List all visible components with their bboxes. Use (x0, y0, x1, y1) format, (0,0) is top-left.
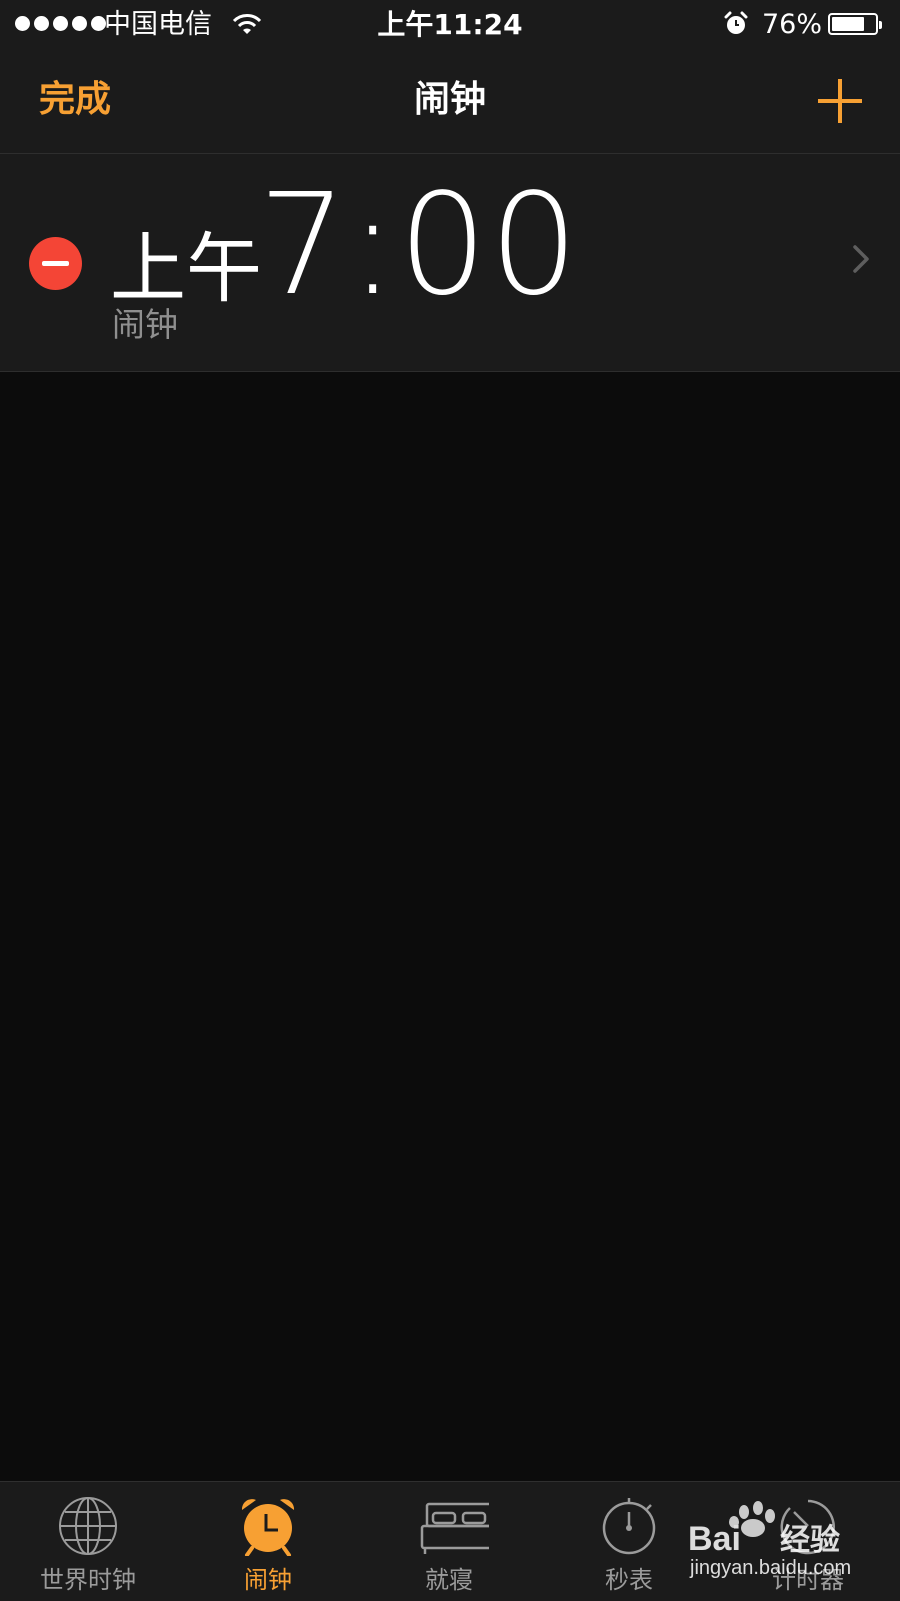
alarm-clock-icon (241, 1499, 295, 1556)
tab-bedtime[interactable]: 就寝 (389, 1482, 509, 1601)
alarm-row[interactable]: 上午 7:00 闹钟 (0, 154, 900, 372)
tab-label: 闹钟 (244, 1566, 292, 1594)
minus-icon (42, 261, 69, 266)
svg-text:Bai: Bai (688, 1520, 741, 1558)
tab-stopwatch[interactable]: 秒表 (569, 1482, 689, 1601)
battery-fill (832, 17, 864, 31)
alarm-time: 7:00 (258, 164, 581, 327)
alarm-ampm: 上午 (110, 224, 262, 313)
alarm-status-icon (724, 11, 748, 34)
tab-label: 就寝 (425, 1566, 473, 1594)
baidu-jingyan-watermark: Bai 经验 jingyan.baidu.com (688, 1501, 851, 1579)
battery-icon (828, 13, 882, 35)
stopwatch-icon (602, 1498, 656, 1555)
tab-alarm[interactable]: 闹钟 (208, 1482, 328, 1601)
alarm-label: 闹钟 (112, 305, 178, 344)
chevron-right-icon[interactable] (852, 244, 870, 274)
globe-icon (59, 1497, 117, 1555)
tab-world-clock[interactable]: 世界时钟 (28, 1482, 148, 1601)
svg-text:经验: 经验 (780, 1523, 840, 1557)
tab-label: 世界时钟 (40, 1566, 136, 1594)
page-title: 闹钟 (413, 79, 486, 120)
battery-percent: 76% (762, 9, 823, 40)
status-bar: 中国电信 上午11:24 76% (0, 0, 900, 50)
tab-label: 秒表 (605, 1566, 653, 1594)
add-alarm-button[interactable] (818, 79, 862, 123)
delete-alarm-button[interactable] (29, 237, 82, 290)
svg-text:jingyan.baidu.com: jingyan.baidu.com (689, 1557, 851, 1579)
navigation-bar: 完成 闹钟 (0, 50, 900, 154)
bed-icon (420, 1502, 489, 1554)
